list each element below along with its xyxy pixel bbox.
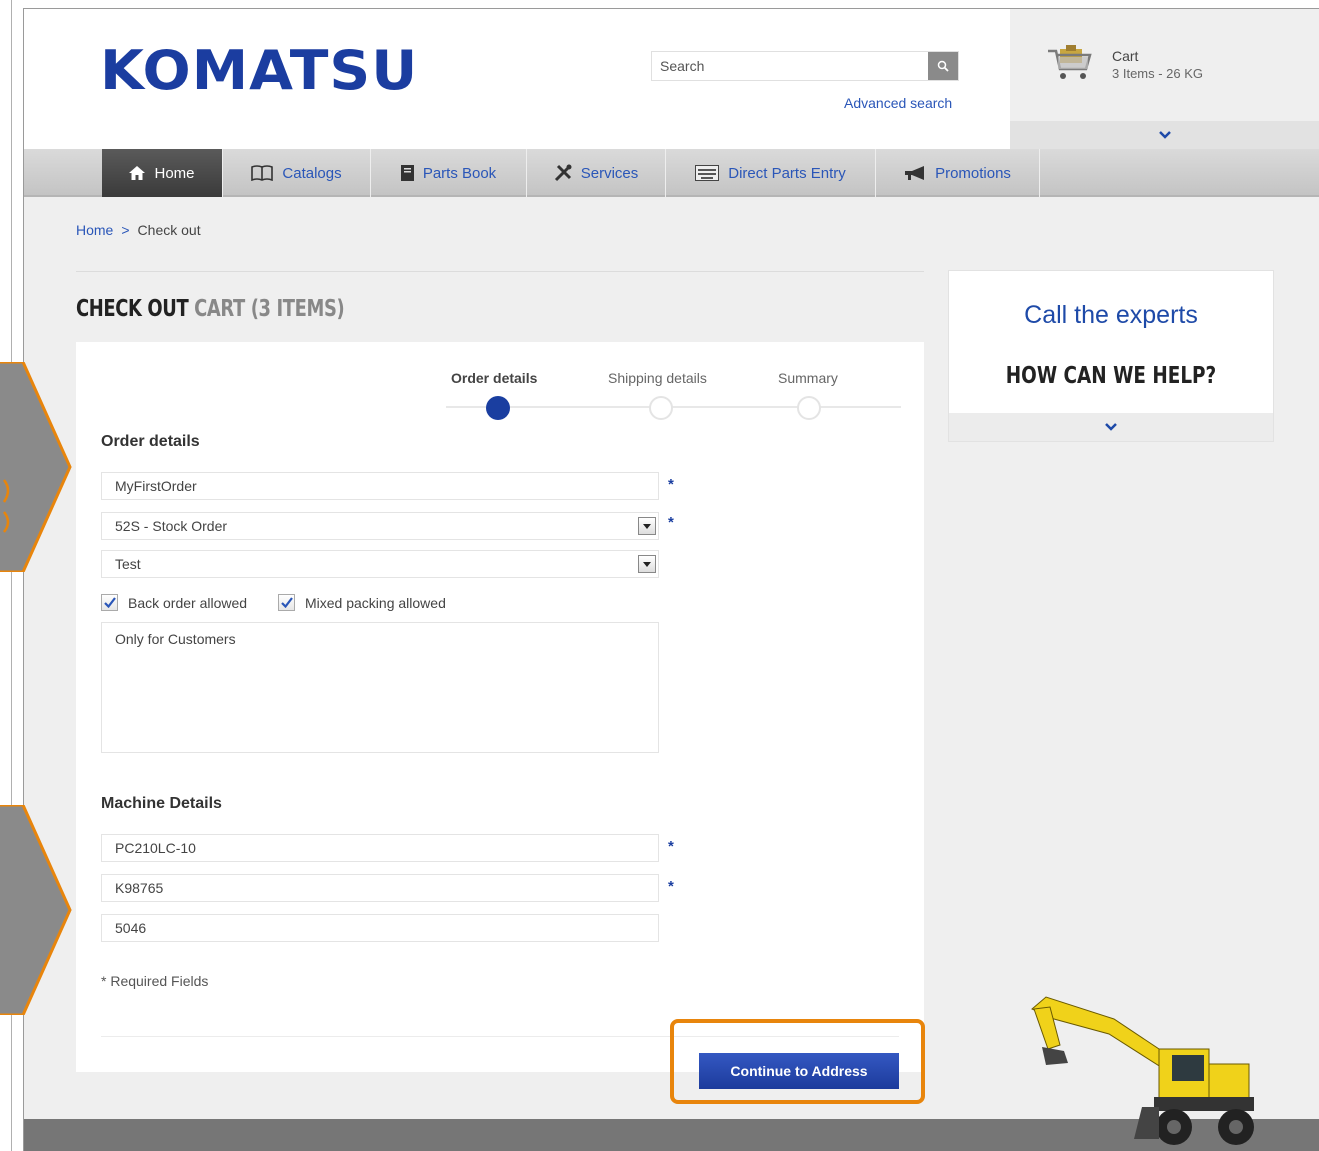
checkbox-label: Back order allowed bbox=[128, 594, 248, 611]
required-marker: * bbox=[668, 838, 674, 855]
order-type-select[interactable]: 52S - Stock Order bbox=[101, 512, 659, 540]
checkbox-box[interactable] bbox=[278, 594, 295, 611]
mixed-packing-checkbox[interactable]: Mixed packing allowed bbox=[278, 594, 446, 611]
nav-label: Direct Parts Entry bbox=[728, 164, 846, 182]
search-box bbox=[651, 51, 959, 81]
required-marker: * bbox=[668, 476, 674, 493]
home-icon bbox=[129, 166, 146, 180]
komatsu-logo[interactable]: KOMATSU bbox=[100, 39, 418, 102]
cart-summary: 3 Items - 26 KG bbox=[1112, 66, 1204, 81]
experts-title: Call the experts bbox=[1024, 301, 1198, 329]
annotation-arrow bbox=[0, 362, 72, 572]
step-label-summary: Summary bbox=[778, 370, 838, 386]
machine-model-field[interactable] bbox=[101, 834, 659, 862]
nav-label: Home bbox=[154, 164, 195, 182]
checkmark-icon bbox=[280, 597, 293, 608]
step-dot-inactive bbox=[797, 396, 821, 420]
nav-item-catalogs[interactable]: Catalogs bbox=[223, 149, 371, 197]
search-icon bbox=[937, 60, 949, 72]
checkout-card: Order details Shipping details Summary O… bbox=[76, 342, 924, 1072]
nav-item-home[interactable]: Home bbox=[102, 149, 223, 197]
order-option-select[interactable]: Test bbox=[101, 550, 659, 578]
keyboard-icon bbox=[695, 165, 720, 181]
nav-item-parts-book[interactable]: Parts Book bbox=[371, 149, 527, 197]
required-marker: * bbox=[668, 514, 674, 531]
cart-title: Cart bbox=[1112, 48, 1139, 64]
nav-label: Catalogs bbox=[282, 164, 342, 182]
nav-item-promotions[interactable]: Promotions bbox=[876, 149, 1040, 197]
chevron-down-icon bbox=[1159, 131, 1171, 139]
step-dot-active bbox=[486, 396, 510, 420]
header: KOMATSU Advanced search bbox=[24, 9, 1010, 149]
main-nav: Home Catalogs Parts Book Services Direct… bbox=[24, 149, 1319, 197]
breadcrumb-current: Check out bbox=[137, 222, 201, 238]
megaphone-icon bbox=[904, 166, 926, 180]
back-order-checkbox[interactable]: Back order allowed bbox=[101, 594, 247, 611]
experts-expand-button[interactable] bbox=[949, 413, 1273, 441]
nav-label: Parts Book bbox=[422, 164, 497, 182]
document-icon bbox=[400, 165, 414, 181]
cart-area[interactable]: Cart 3 Items - 26 KG bbox=[1010, 9, 1319, 149]
divider bbox=[76, 271, 924, 272]
search-button[interactable] bbox=[928, 52, 958, 80]
advanced-search-link[interactable]: Advanced search bbox=[844, 95, 952, 111]
breadcrumb-separator: > bbox=[121, 222, 130, 238]
breadcrumb-home-link[interactable]: Home bbox=[76, 222, 113, 238]
step-progress-line bbox=[446, 406, 901, 408]
select-value: Test bbox=[115, 556, 141, 572]
excavator-image bbox=[1031, 996, 1254, 1145]
search-input[interactable] bbox=[660, 52, 930, 80]
required-marker: * bbox=[668, 878, 674, 895]
cart-icon bbox=[1048, 45, 1092, 79]
book-icon bbox=[251, 165, 274, 181]
experts-subtitle: HOW CAN WE HELP? bbox=[1005, 363, 1217, 389]
highlight-box bbox=[670, 1019, 925, 1104]
experts-panel: Call the experts HOW CAN WE HELP? bbox=[949, 271, 1273, 441]
tools-icon bbox=[554, 164, 572, 182]
nav-item-direct-parts-entry[interactable]: Direct Parts Entry bbox=[666, 149, 876, 197]
page: KOMATSU Advanced search Cart 3 Items - 2… bbox=[23, 8, 1319, 1151]
dropdown-button[interactable] bbox=[638, 517, 656, 535]
page-title-sub: CART (3 ITEMS) bbox=[194, 296, 345, 322]
order-name-field[interactable] bbox=[101, 472, 659, 500]
step-label-shipping-details: Shipping details bbox=[608, 370, 707, 386]
annotation-arrow bbox=[0, 805, 72, 1015]
checkmark-icon bbox=[103, 597, 116, 608]
caret-down-icon bbox=[643, 561, 651, 567]
breadcrumb: Home > Check out bbox=[76, 222, 201, 238]
nav-label: Promotions bbox=[935, 164, 1011, 182]
page-title: CHECK OUT CART (3 ITEMS) bbox=[76, 296, 345, 322]
nav-label: Services bbox=[580, 164, 639, 182]
page-title-main: CHECK OUT bbox=[76, 296, 189, 322]
checkbox-label: Mixed packing allowed bbox=[305, 594, 446, 611]
step-label-order-details: Order details bbox=[451, 370, 538, 386]
machine-details-heading: Machine Details bbox=[101, 795, 222, 812]
chevron-down-icon bbox=[1105, 423, 1117, 431]
machine-serial-field[interactable] bbox=[101, 874, 659, 902]
checkbox-box[interactable] bbox=[101, 594, 118, 611]
required-fields-note: * Required Fields bbox=[101, 973, 209, 989]
caret-down-icon bbox=[643, 523, 651, 529]
nav-item-services[interactable]: Services bbox=[527, 149, 666, 197]
step-dot-inactive bbox=[649, 396, 673, 420]
select-value: 52S - Stock Order bbox=[115, 518, 228, 534]
machine-hours-field[interactable] bbox=[101, 914, 659, 942]
order-details-heading: Order details bbox=[101, 433, 200, 450]
cart-expand-button[interactable] bbox=[1010, 121, 1319, 149]
comments-textarea[interactable]: Only for Customers bbox=[101, 622, 659, 753]
dropdown-button[interactable] bbox=[638, 555, 656, 573]
